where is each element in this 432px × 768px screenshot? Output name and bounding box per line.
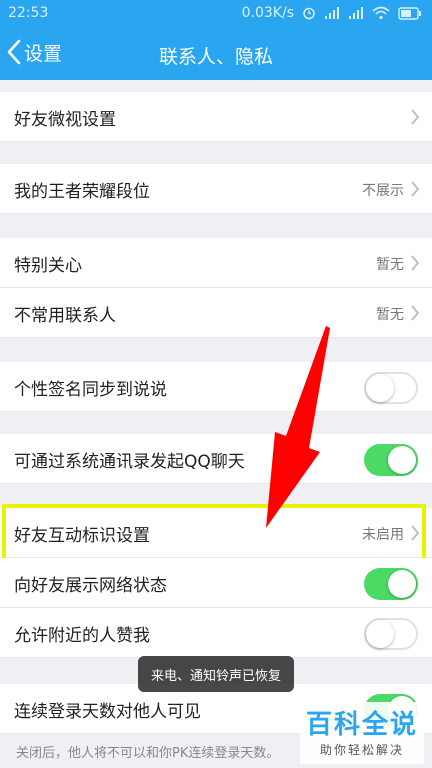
red-arrow-annotation [266, 326, 330, 528]
watermark-logo: 百科全说 助你轻松解决 [300, 702, 424, 764]
toast-message: 来电、通知铃声已恢复 [138, 656, 294, 692]
watermark-title: 百科全说 [305, 710, 418, 740]
watermark-subtitle: 助你轻松解决 [319, 743, 404, 757]
